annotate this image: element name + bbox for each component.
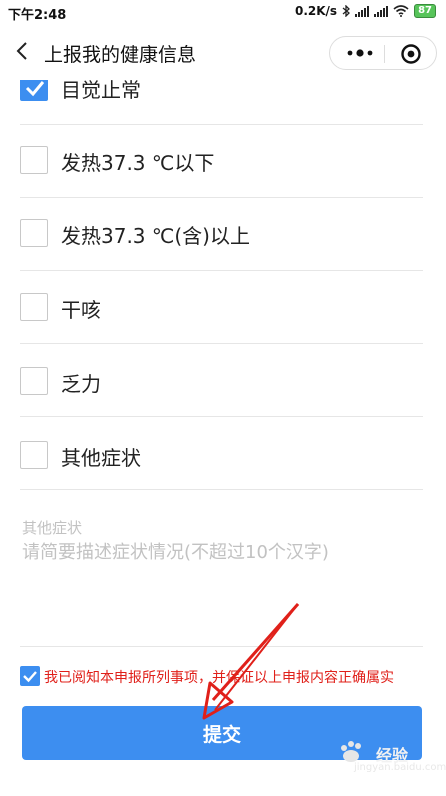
more-dots-icon[interactable] (344, 47, 376, 59)
bluetooth-icon (342, 5, 351, 17)
chevron-left-icon[interactable] (12, 40, 34, 62)
status-time: 下午2:48 (8, 8, 67, 23)
watermark-url: jingyan.baidu.com (354, 762, 446, 773)
form-content: 目觉止常 发热37.3 ℃以下 发热37.3 ℃(含)以上 干咳 乏力 其他症状… (0, 80, 446, 796)
capsule-divider (384, 45, 385, 63)
wifi-icon (393, 5, 409, 17)
status-bar: 下午2:48 0.2K/s 87 (0, 0, 446, 24)
nav-bar: 上报我的健康信息 (0, 24, 446, 80)
battery-icon: 87 (414, 4, 436, 18)
target-close-icon[interactable] (400, 43, 422, 65)
signal-icon (374, 5, 389, 17)
signal-icon (355, 5, 370, 17)
status-icons: 0.2K/s 87 (295, 4, 436, 18)
red-arrow-annotation (202, 603, 300, 720)
network-speed: 0.2K/s (294, 4, 338, 18)
page-title: 上报我的健康信息 (44, 44, 197, 66)
watermark: 经验 jingyan.baidu.com (336, 740, 446, 776)
mini-program-capsule (329, 36, 437, 70)
